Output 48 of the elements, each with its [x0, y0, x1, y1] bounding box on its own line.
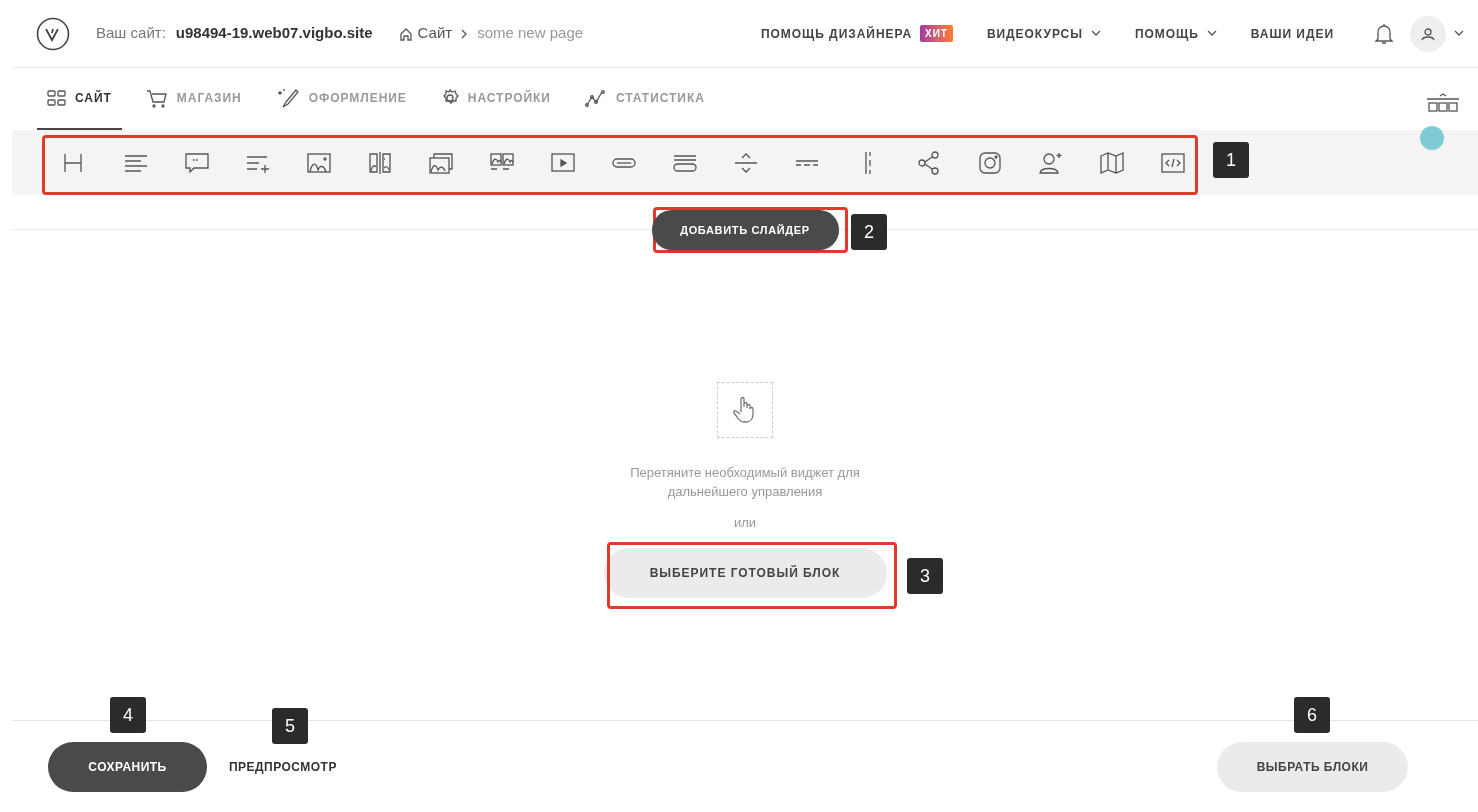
- nav-link[interactable]: ВИДЕОКУРСЫ: [986, 24, 1101, 43]
- callout-number: 3: [907, 558, 943, 594]
- code-icon: [1161, 150, 1185, 175]
- divider-icon: [795, 159, 819, 166]
- image-icon: [307, 150, 331, 175]
- preview-link[interactable]: ПРЕДПРОСМОТР: [229, 757, 337, 776]
- line-chart-icon: [584, 88, 607, 108]
- nav-link[interactable]: ПОМОЩЬ ДИЗАЙНЕРА ХИТ: [760, 24, 953, 43]
- instagram-icon: [978, 150, 1002, 175]
- cart-icon: [145, 88, 168, 108]
- map-icon: [1100, 150, 1124, 175]
- bell-icon[interactable]: [1374, 22, 1394, 45]
- or-label: или: [733, 514, 757, 532]
- blocks-layout-icon[interactable]: [1426, 92, 1460, 114]
- home-icon: [398, 26, 413, 41]
- chevron-right-icon: [461, 28, 469, 39]
- callout-number: 2: [851, 214, 887, 250]
- nav-link[interactable]: ПОМОЩЬ: [1134, 24, 1217, 43]
- avatar[interactable]: [1410, 15, 1446, 52]
- site-domain-link[interactable]: u98494-19.web07.vigbo.site: [175, 22, 373, 45]
- callout-number: 4: [110, 697, 146, 733]
- hit-badge: ХИТ: [920, 25, 953, 42]
- choose-block-button[interactable]: ВЫБЕРИТЕ ГОТОВЫЙ БЛОК: [603, 547, 887, 598]
- site-label: Ваш сайт:: [96, 23, 166, 44]
- chevron-down-icon: [1206, 30, 1217, 37]
- callout-number: 5: [272, 708, 308, 744]
- callout-number: 6: [1294, 697, 1330, 733]
- breadcrumb-current: some new page: [477, 23, 584, 44]
- drop-hint: Перетяните необходимый виджет для дальнейшего управления: [630, 464, 860, 501]
- gallery-icon: [429, 150, 453, 175]
- select-blocks-button[interactable]: ВЫБРАТЬ БЛОКИ: [1217, 741, 1408, 792]
- add-slider-button[interactable]: ДОБАВИТЬ СЛАЙДЕР: [651, 210, 839, 250]
- video-icon: [551, 150, 575, 175]
- callout-number: 1: [1213, 142, 1249, 178]
- chevron-down-icon: [1090, 30, 1101, 37]
- logo-icon[interactable]: [36, 16, 70, 51]
- quote-icon: [185, 150, 209, 175]
- brush-icon: [275, 87, 300, 109]
- user-icon: [1421, 26, 1435, 41]
- chevron-down-icon[interactable]: [1454, 30, 1464, 37]
- user-add-icon: [1039, 150, 1063, 175]
- share-icon: [917, 150, 941, 175]
- nav-link[interactable]: ВАШИ ИДЕИ: [1250, 24, 1334, 43]
- save-button[interactable]: СОХРАНИТЬ: [48, 741, 207, 792]
- grid-icon: [47, 90, 66, 106]
- column-divider-icon: [865, 150, 871, 175]
- image-split-icon: [368, 150, 392, 175]
- breadcrumb-link[interactable]: Сайт: [417, 22, 453, 45]
